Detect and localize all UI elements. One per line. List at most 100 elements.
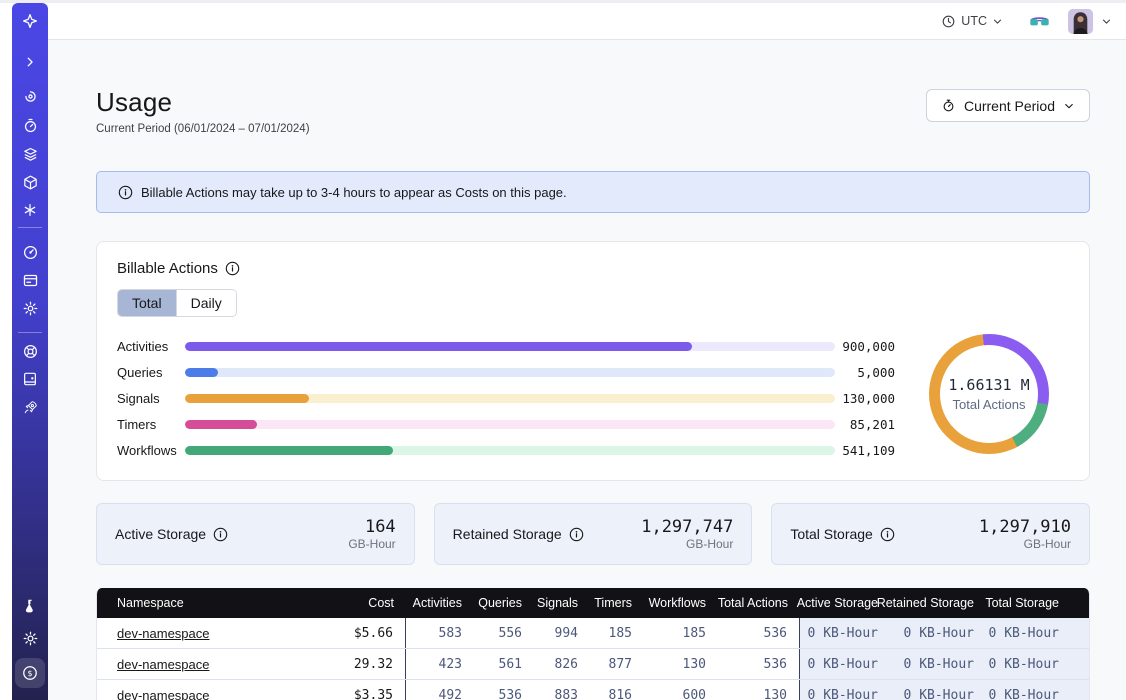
billable-bar-row: Activities 900,000 (117, 333, 1069, 359)
tab-total[interactable]: Total (118, 290, 176, 316)
total-storage-unit: GB-Hour (979, 537, 1071, 551)
svg-text:$: $ (27, 669, 32, 678)
stopwatch-icon[interactable] (16, 111, 44, 139)
total-actions-cell: 536 (718, 618, 800, 648)
col-header-namespace: Namespace (97, 596, 306, 610)
retained-storage-cell: 0 KB-Hour (890, 649, 986, 679)
chevron-down-icon (1101, 16, 1112, 27)
bar-value: 5,000 (835, 365, 895, 380)
billable-bar-row: Workflows 541,109 (117, 437, 1069, 463)
bar-track (185, 342, 835, 351)
chevron-right-icon[interactable] (16, 48, 44, 76)
glasses-icon[interactable] (1029, 13, 1050, 29)
info-banner: Billable Actions may take up to 3-4 hour… (96, 171, 1090, 213)
total-actions-cell: 130 (718, 680, 800, 700)
active-storage-value: 164 (348, 518, 395, 537)
browser-icon[interactable] (16, 266, 44, 294)
namespace-link[interactable]: dev-namespace (117, 657, 210, 672)
cube-icon[interactable] (16, 168, 44, 196)
cost-cell: $5.66 (306, 618, 406, 648)
bar-fill (185, 420, 257, 429)
retained-storage-label: Retained Storage (453, 526, 562, 542)
signals-cell: 826 (534, 649, 590, 679)
signals-cell: 883 (534, 680, 590, 700)
donut-total-label: Total Actions (953, 397, 1026, 412)
bar-track (185, 446, 835, 455)
flask-icon[interactable] (16, 592, 44, 620)
sun-icon[interactable] (16, 624, 44, 652)
total-actions-cell: 536 (718, 649, 800, 679)
timezone-label: UTC (961, 14, 987, 28)
info-icon[interactable] (225, 261, 240, 276)
workflows-cell: 185 (644, 618, 718, 648)
cost-cell: $3.35 (306, 680, 406, 700)
gear-icon[interactable] (16, 294, 44, 322)
active-storage-cell: 0 KB-Hour (800, 649, 890, 679)
bar-track (185, 394, 835, 403)
billable-bar-row: Timers 85,201 (117, 411, 1069, 437)
bar-track (185, 368, 835, 377)
queries-cell: 556 (474, 618, 534, 648)
col-header-workflows: Workflows (644, 596, 718, 610)
swirl-icon[interactable] (16, 82, 44, 110)
account-menu-chevron[interactable] (1101, 16, 1112, 27)
billable-bar-row: Queries 5,000 (117, 359, 1069, 385)
signals-cell: 994 (534, 618, 590, 648)
active-storage-card: Active Storage 164 GB-Hour (96, 503, 415, 565)
cost-cell: 29.32 (306, 649, 406, 679)
col-header-total-actions: Total Actions (718, 596, 800, 610)
topbar: UTC (48, 3, 1126, 40)
timers-cell: 816 (590, 680, 644, 700)
total-storage-label: Total Storage (790, 526, 873, 542)
queries-cell: 536 (474, 680, 534, 700)
active-storage-label: Active Storage (115, 526, 206, 542)
banner-text: Billable Actions may take up to 3-4 hour… (141, 185, 567, 200)
chevron-down-icon (992, 16, 1003, 27)
namespace-link[interactable]: dev-namespace (117, 688, 210, 700)
timers-cell: 877 (590, 649, 644, 679)
billable-bar-row: Signals 130,000 (117, 385, 1069, 411)
sidebar-item-billing-active[interactable]: $ (15, 658, 45, 688)
tab-daily[interactable]: Daily (176, 290, 236, 316)
billable-actions-card: Billable Actions Total Daily Activities … (96, 241, 1090, 481)
book-icon[interactable] (16, 365, 44, 393)
bar-category-label: Queries (117, 365, 185, 380)
pinwheel-logo-icon[interactable] (16, 7, 44, 35)
bar-track (185, 420, 835, 429)
info-icon[interactable] (880, 527, 895, 542)
bar-value: 900,000 (835, 339, 895, 354)
table-row: dev-namespace 29.32 423 561 826 877 130 … (97, 649, 1089, 680)
timezone-dropdown[interactable]: UTC (941, 14, 1003, 29)
bar-fill (185, 342, 692, 351)
asterisk-icon[interactable] (16, 196, 44, 224)
activities-cell: 583 (406, 618, 474, 648)
col-header-retained-storage: Retained Storage (890, 596, 986, 610)
clock-icon (941, 14, 956, 29)
retained-storage-cell: 0 KB-Hour (890, 618, 986, 648)
period-dropdown-button[interactable]: Current Period (926, 89, 1090, 122)
active-storage-unit: GB-Hour (348, 537, 395, 551)
workflows-cell: 600 (644, 680, 718, 700)
billable-view-tabs: Total Daily (117, 289, 237, 317)
rocket-icon[interactable] (16, 393, 44, 421)
table-row: dev-namespace $5.66 583 556 994 185 185 … (97, 618, 1089, 649)
donut-total-value: 1.66131 M (948, 376, 1029, 394)
bar-category-label: Activities (117, 339, 185, 354)
info-icon[interactable] (213, 527, 228, 542)
info-icon (118, 185, 133, 200)
namespace-link[interactable]: dev-namespace (117, 626, 210, 641)
layers-icon[interactable] (16, 140, 44, 168)
total-actions-donut-chart: 1.66131 M Total Actions (929, 334, 1049, 454)
life-ring-icon[interactable] (16, 337, 44, 365)
info-icon[interactable] (569, 527, 584, 542)
timers-cell: 185 (590, 618, 644, 648)
bar-fill (185, 394, 309, 403)
bar-fill (185, 368, 218, 377)
gauge-icon[interactable] (16, 238, 44, 266)
billable-bar-chart: Activities 900,000 Queries 5,000 Signals… (117, 333, 1069, 463)
avatar[interactable] (1068, 9, 1093, 34)
active-storage-cell: 0 KB-Hour (800, 618, 890, 648)
bar-value: 130,000 (835, 391, 895, 406)
bar-category-label: Signals (117, 391, 185, 406)
page-subtitle: Current Period (06/01/2024 – 07/01/2024) (96, 123, 1090, 135)
